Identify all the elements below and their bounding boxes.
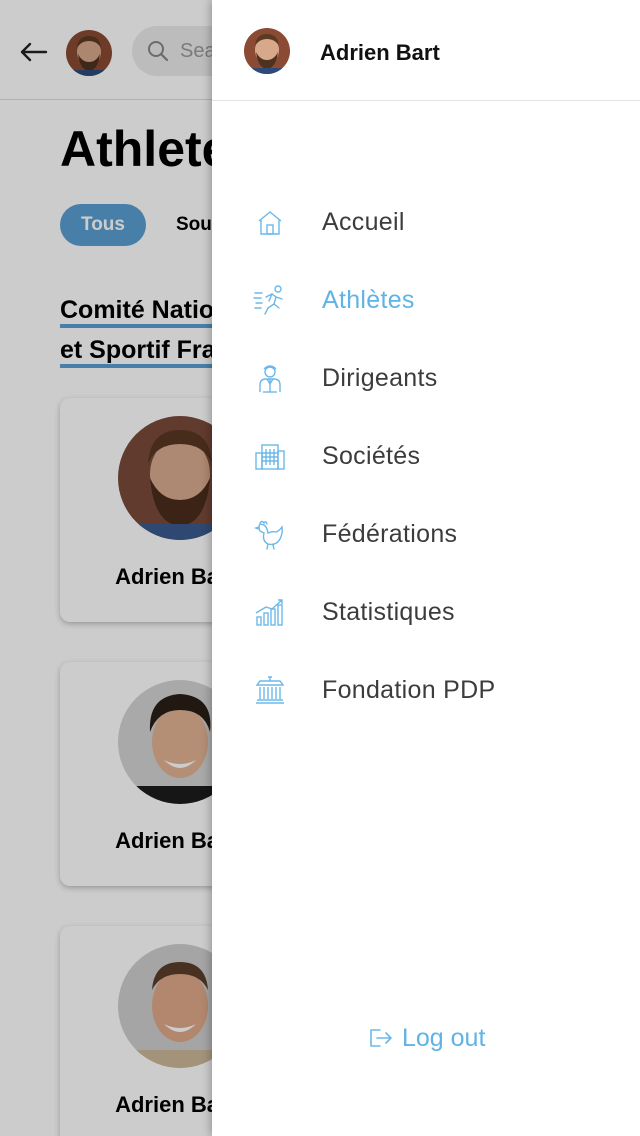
home-icon: [252, 205, 288, 241]
logout-icon: [368, 1026, 394, 1050]
institution-icon: [252, 673, 288, 709]
rooster-icon: [252, 517, 288, 553]
menu-item-fondation-pdp[interactable]: Fondation PDP: [212, 659, 640, 723]
menu-label: Statistiques: [322, 598, 455, 626]
menu-label: Athlètes: [322, 286, 415, 314]
menu-label: Sociétés: [322, 442, 421, 470]
avatar[interactable]: [244, 28, 290, 74]
menu-item-athletes[interactable]: Athlètes: [212, 269, 640, 333]
logout-button[interactable]: Log out: [368, 1020, 498, 1056]
menu-label: Fondation PDP: [322, 676, 496, 704]
menu-item-societes[interactable]: Sociétés: [212, 425, 640, 489]
drawer-header: Adrien Bart: [212, 0, 640, 101]
navigation-drawer: Adrien Bart Accueil Athlètes Dirigeants: [212, 0, 640, 1136]
menu-label: Accueil: [322, 208, 405, 236]
menu-item-dirigeants[interactable]: Dirigeants: [212, 347, 640, 411]
menu-label: Dirigeants: [322, 364, 438, 392]
leader-icon: [252, 361, 288, 397]
chart-icon: [252, 595, 288, 631]
runner-icon: [252, 283, 288, 319]
menu-item-statistiques[interactable]: Statistiques: [212, 581, 640, 645]
menu-item-accueil[interactable]: Accueil: [212, 191, 640, 255]
menu-item-federations[interactable]: Fédérations: [212, 503, 640, 567]
logout-label: Log out: [402, 1024, 486, 1052]
user-name: Adrien Bart: [320, 40, 440, 65]
building-icon: [252, 439, 288, 475]
menu-label: Fédérations: [322, 520, 458, 548]
